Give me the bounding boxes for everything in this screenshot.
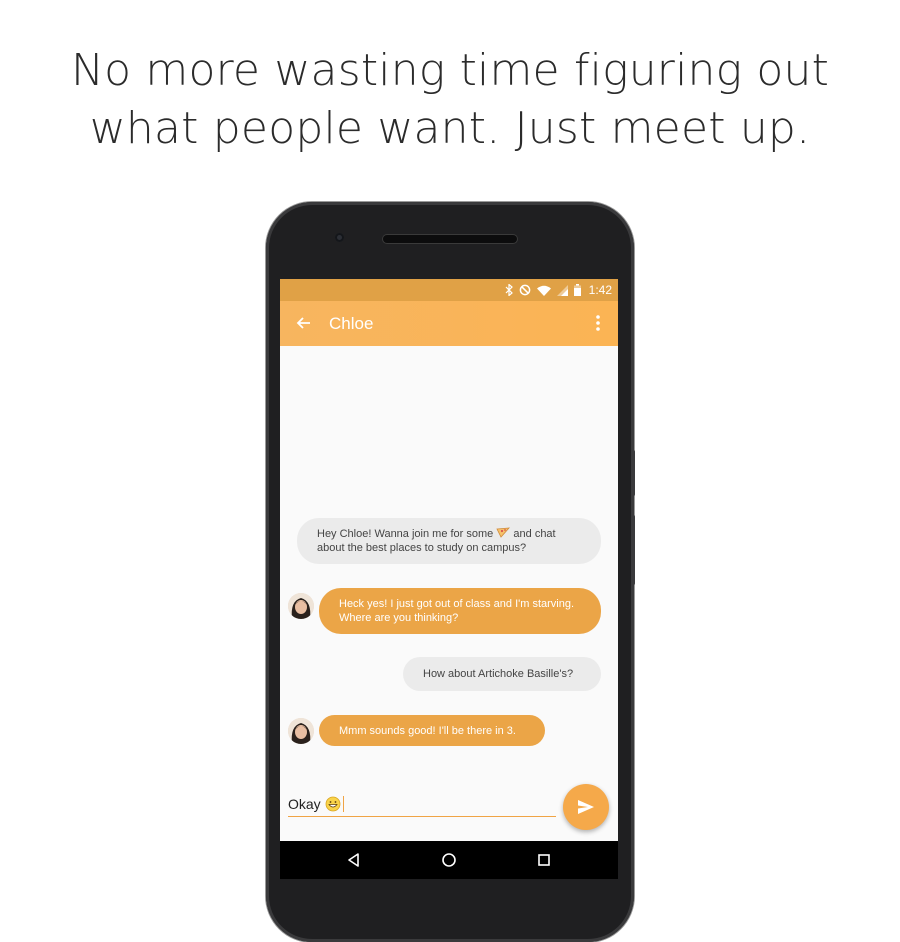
front-camera xyxy=(335,233,344,242)
status-time: 1:42 xyxy=(588,283,612,297)
headline: No more wasting time figuring out what p… xyxy=(0,42,900,158)
signal-icon xyxy=(556,284,568,296)
volume-button xyxy=(631,515,635,585)
phone-screen: 1:42 Chloe Hey Chloe! Wanna join me for … xyxy=(280,279,618,879)
chat-title: Chloe xyxy=(329,314,374,333)
grinning-face-icon xyxy=(325,796,341,812)
nav-back-button[interactable] xyxy=(345,851,363,869)
triangle-back-icon xyxy=(348,853,359,867)
status-bar: 1:42 xyxy=(280,279,618,301)
navigation-bar xyxy=(280,841,618,879)
message-input-value: Okay xyxy=(288,796,321,812)
nav-recents-button[interactable] xyxy=(535,851,553,869)
headline-line-2: what people want. Just meet up. xyxy=(89,103,811,154)
send-button[interactable] xyxy=(563,784,609,830)
bluetooth-icon xyxy=(505,284,513,296)
message-text: Heck yes! I just got out of class and I'… xyxy=(339,598,575,624)
text-cursor xyxy=(342,796,344,812)
message-input[interactable]: Okay xyxy=(288,792,556,817)
nav-home-button[interactable] xyxy=(440,851,458,869)
message-bubble-outgoing[interactable]: How about Artichoke Basille's? xyxy=(403,657,601,691)
overflow-menu-button[interactable] xyxy=(588,313,608,333)
message-text: How about Artichoke Basille's? xyxy=(423,668,574,680)
avatar-photo-icon xyxy=(288,718,314,744)
message-text: Mmm sounds good! I'll be there in 3. xyxy=(339,725,516,737)
arrow-back-icon xyxy=(296,317,310,329)
power-button xyxy=(631,450,635,496)
back-button[interactable] xyxy=(294,313,314,333)
message-text: Hey Chloe! Wanna join me for some xyxy=(317,528,494,540)
message-bubble-incoming[interactable]: Mmm sounds good! I'll be there in 3. xyxy=(319,715,545,746)
pizza-icon xyxy=(496,527,511,538)
do-not-disturb-icon xyxy=(519,284,530,296)
circle-home-icon xyxy=(442,853,456,867)
earpiece-speaker xyxy=(383,235,517,243)
avatar[interactable] xyxy=(288,718,314,744)
app-bar: Chloe xyxy=(280,301,618,346)
battery-icon xyxy=(573,284,581,296)
headline-line-1: No more wasting time figuring out xyxy=(70,45,830,96)
more-vert-icon xyxy=(596,315,600,331)
wifi-icon xyxy=(536,285,551,296)
message-bubble-incoming[interactable]: Heck yes! I just got out of class and I'… xyxy=(319,588,601,634)
square-recents-icon xyxy=(538,854,550,866)
avatar[interactable] xyxy=(288,593,314,619)
send-icon xyxy=(578,800,594,814)
message-bubble-outgoing[interactable]: Hey Chloe! Wanna join me for some and ch… xyxy=(297,518,601,564)
avatar-photo-icon xyxy=(288,593,314,619)
